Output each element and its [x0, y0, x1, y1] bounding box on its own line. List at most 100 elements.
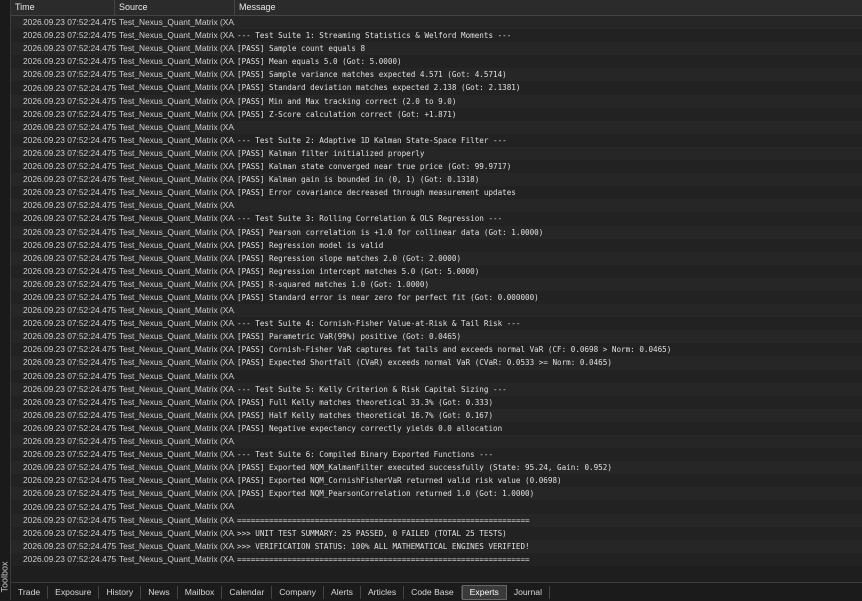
- log-time: 2026.09.23 07:52:24.475: [23, 161, 117, 172]
- tab-history[interactable]: History: [99, 585, 142, 599]
- log-row[interactable]: 2026.09.23 07:52:24.475 Test_Nexus_Quant_…: [11, 42, 862, 56]
- log-message: [PASS] Kalman filter initialized properl…: [237, 148, 425, 158]
- log-row[interactable]: 2026.09.23 07:52:24.475 Test_Nexus_Quant_…: [11, 317, 862, 331]
- log-row[interactable]: 2026.09.23 07:52:24.475 Test_Nexus_Quant_…: [11, 146, 862, 161]
- toolbox-label: Toolbox: [0, 561, 10, 593]
- tab-alerts[interactable]: Alerts: [324, 585, 361, 599]
- log-source: Test_Nexus_Quant_Matrix (XA...: [119, 449, 235, 460]
- log-row[interactable]: 2026.09.23 07:52:24.475 Test_Nexus_Quant_…: [11, 369, 862, 383]
- log-row[interactable]: 2026.09.23 07:52:24.475 Test_Nexus_Quant_…: [11, 500, 862, 514]
- log-row[interactable]: 2026.09.23 07:52:24.475 Test_Nexus_Quant_…: [11, 513, 862, 527]
- log-message: [PASS] Regression intercept matches 5.0 …: [237, 266, 480, 276]
- tab-exposure[interactable]: Exposure: [48, 585, 100, 599]
- column-header-time[interactable]: Time: [11, 0, 115, 15]
- log-row[interactable]: 2026.09.23 07:52:24.475 Test_Nexus_Quant_…: [11, 225, 862, 239]
- column-header-message[interactable]: Message: [235, 0, 862, 15]
- log-row[interactable]: 2026.09.23 07:52:24.475 Test_Nexus_Quant_…: [11, 238, 862, 252]
- log-time: 2026.09.23 07:52:24.475: [23, 305, 117, 316]
- tab-code-base[interactable]: Code Base: [404, 585, 462, 599]
- log-row[interactable]: 2026.09.23 07:52:24.475 Test_Nexus_Quant_…: [11, 186, 862, 200]
- log-row[interactable]: 2026.09.23 07:52:24.475 Test_Nexus_Quant_…: [11, 68, 862, 82]
- log-row[interactable]: 2026.09.23 07:52:24.475 Test_Nexus_Quant_…: [11, 435, 862, 449]
- log-time: 2026.09.23 07:52:24.475: [23, 449, 117, 460]
- log-row[interactable]: 2026.09.23 07:52:24.475 Test_Nexus_Quant_…: [11, 212, 862, 226]
- tab-company[interactable]: Company: [272, 585, 324, 599]
- log-time: 2026.09.23 07:52:24.475: [23, 265, 117, 276]
- log-row[interactable]: 2026.09.23 07:52:24.475 Test_Nexus_Quant_…: [11, 81, 862, 95]
- tab-news[interactable]: News: [141, 585, 178, 599]
- log-row[interactable]: 2026.09.23 07:52:24.475 Test_Nexus_Quant_…: [11, 16, 862, 30]
- log-row[interactable]: 2026.09.23 07:52:24.475 Test_Nexus_Quant_…: [11, 448, 862, 462]
- log-message: [235, 500, 862, 513]
- log-time-cell: 2026.09.23 07:52:24.475: [11, 396, 116, 409]
- log-source: Test_Nexus_Quant_Matrix (XA...: [119, 30, 235, 41]
- log-row[interactable]: 2026.09.23 07:52:24.475 Test_Nexus_Quant_…: [11, 552, 862, 566]
- log-time: 2026.09.23 07:52:24.475: [23, 527, 117, 538]
- log-message: [235, 16, 862, 29]
- log-time: 2026.09.23 07:52:24.475: [23, 357, 117, 368]
- log-source: Test_Nexus_Quant_Matrix (XA...: [119, 187, 235, 198]
- log-row[interactable]: 2026.09.23 07:52:24.475 Test_Nexus_Quant_…: [11, 343, 862, 357]
- log-source: Test_Nexus_Quant_Matrix (XA...: [119, 422, 235, 433]
- log-source: Test_Nexus_Quant_Matrix (XA...: [119, 475, 235, 486]
- log-row[interactable]: 2026.09.23 07:52:24.475 Test_Nexus_Quant_…: [11, 304, 862, 318]
- log-row[interactable]: 2026.09.23 07:52:24.475 Test_Nexus_Quant_…: [11, 290, 862, 305]
- log-row[interactable]: 2026.09.23 07:52:24.475 Test_Nexus_Quant_…: [11, 133, 862, 147]
- tab-trade[interactable]: Trade: [11, 585, 49, 599]
- log-row[interactable]: 2026.09.23 07:52:24.475 Test_Nexus_Quant_…: [11, 356, 862, 370]
- log-message: --- Test Suite 4: Cornish-Fisher Value-a…: [237, 319, 521, 329]
- log-time-cell: 2026.09.23 07:52:24.475: [11, 527, 117, 540]
- log-grid: Time Source Message 2026.09.23 07:52:24.…: [11, 0, 862, 582]
- log-row[interactable]: 2026.09.23 07:52:24.475 Test_Nexus_Quant_…: [11, 382, 862, 396]
- log-row[interactable]: 2026.09.23 07:52:24.475 Test_Nexus_Quant_…: [11, 251, 862, 265]
- log-time: 2026.09.23 07:52:24.475: [23, 56, 117, 67]
- toolbox-panel[interactable]: Toolbox: [0, 0, 11, 600]
- tab-experts[interactable]: Experts: [461, 584, 507, 600]
- log-row[interactable]: 2026.09.23 07:52:24.475 Test_Nexus_Quant_…: [11, 474, 862, 488]
- log-source: Test_Nexus_Quant_Matrix (XA...: [119, 436, 235, 446]
- tab-mailbox[interactable]: Mailbox: [178, 585, 223, 599]
- log-message: [235, 304, 862, 317]
- log-row[interactable]: 2026.09.23 07:52:24.475 Test_Nexus_Quant_…: [11, 461, 862, 475]
- log-time-cell: 2026.09.23 07:52:24.475: [11, 252, 116, 265]
- log-row[interactable]: 2026.09.23 07:52:24.475 Test_Nexus_Quant_…: [11, 526, 862, 540]
- log-message: [PASS] Cornish-Fisher VaR captures fat t…: [237, 345, 672, 355]
- tab-calendar[interactable]: Calendar: [222, 585, 273, 599]
- log-time: 2026.09.23 07:52:24.475: [23, 422, 117, 433]
- log-source: Test_Nexus_Quant_Matrix (XA...: [119, 331, 235, 342]
- log-row[interactable]: 2026.09.23 07:52:24.475 Test_Nexus_Quant_…: [11, 487, 862, 501]
- log-time-cell: 2026.09.23 07:52:24.475: [11, 291, 116, 304]
- tab-journal[interactable]: Journal: [507, 585, 550, 599]
- log-row[interactable]: 2026.09.23 07:52:24.475 Test_Nexus_Quant_…: [11, 29, 862, 43]
- log-row[interactable]: 2026.09.23 07:52:24.475 Test_Nexus_Quant_…: [11, 330, 862, 344]
- log-row[interactable]: 2026.09.23 07:52:24.475 Test_Nexus_Quant_…: [11, 160, 862, 174]
- log-row[interactable]: 2026.09.23 07:52:24.475 Test_Nexus_Quant_…: [11, 395, 862, 409]
- log-row[interactable]: 2026.09.23 07:52:24.475 Test_Nexus_Quant_…: [11, 421, 862, 435]
- column-header-source[interactable]: Source: [115, 0, 235, 15]
- log-message: [PASS] Expected Shortfall (CVaR) exceeds…: [237, 358, 612, 368]
- log-row[interactable]: 2026.09.23 07:52:24.475 Test_Nexus_Quant_…: [11, 408, 862, 422]
- log-time-cell: 2026.09.23 07:52:24.475: [11, 317, 116, 330]
- log-time-cell: 2026.09.23 07:52:24.475: [11, 448, 117, 461]
- log-time: 2026.09.23 07:52:24.475: [23, 409, 117, 420]
- log-row[interactable]: 2026.09.23 07:52:24.475 Test_Nexus_Quant_…: [11, 264, 862, 278]
- tab-articles[interactable]: Articles: [361, 585, 405, 599]
- log-row[interactable]: 2026.09.23 07:52:24.475 Test_Nexus_Quant_…: [11, 199, 862, 213]
- log-source: Test_Nexus_Quant_Matrix (XA...: [119, 213, 235, 224]
- log-message: [235, 370, 862, 383]
- log-time: 2026.09.23 07:52:24.475: [23, 488, 117, 499]
- log-row[interactable]: 2026.09.23 07:52:24.475 Test_Nexus_Quant_…: [11, 277, 862, 291]
- log-row[interactable]: 2026.09.23 07:52:24.475 Test_Nexus_Quant_…: [11, 120, 862, 134]
- log-row[interactable]: 2026.09.23 07:52:24.475 Test_Nexus_Quant_…: [11, 94, 862, 108]
- log-source: Test_Nexus_Quant_Matrix (XA...: [119, 501, 235, 512]
- log-time: 2026.09.23 07:52:24.475: [23, 553, 117, 564]
- log-source: Test_Nexus_Quant_Matrix (XA...: [119, 462, 235, 473]
- log-time: 2026.09.23 07:52:24.475: [23, 147, 117, 158]
- log-source: Test_Nexus_Quant_Matrix (XA...: [119, 134, 235, 145]
- log-message: --- Test Suite 6: Compiled Binary Export…: [237, 450, 494, 460]
- log-row[interactable]: 2026.09.23 07:52:24.475 Test_Nexus_Quant_…: [11, 539, 862, 553]
- log-row[interactable]: 2026.09.23 07:52:24.475 Test_Nexus_Quant_…: [11, 107, 862, 121]
- log-row[interactable]: 2026.09.23 07:52:24.475 Test_Nexus_Quant_…: [11, 55, 862, 69]
- log-time-cell: 2026.09.23 07:52:24.475: [11, 226, 116, 239]
- log-row[interactable]: 2026.09.23 07:52:24.475 Test_Nexus_Quant_…: [11, 173, 862, 187]
